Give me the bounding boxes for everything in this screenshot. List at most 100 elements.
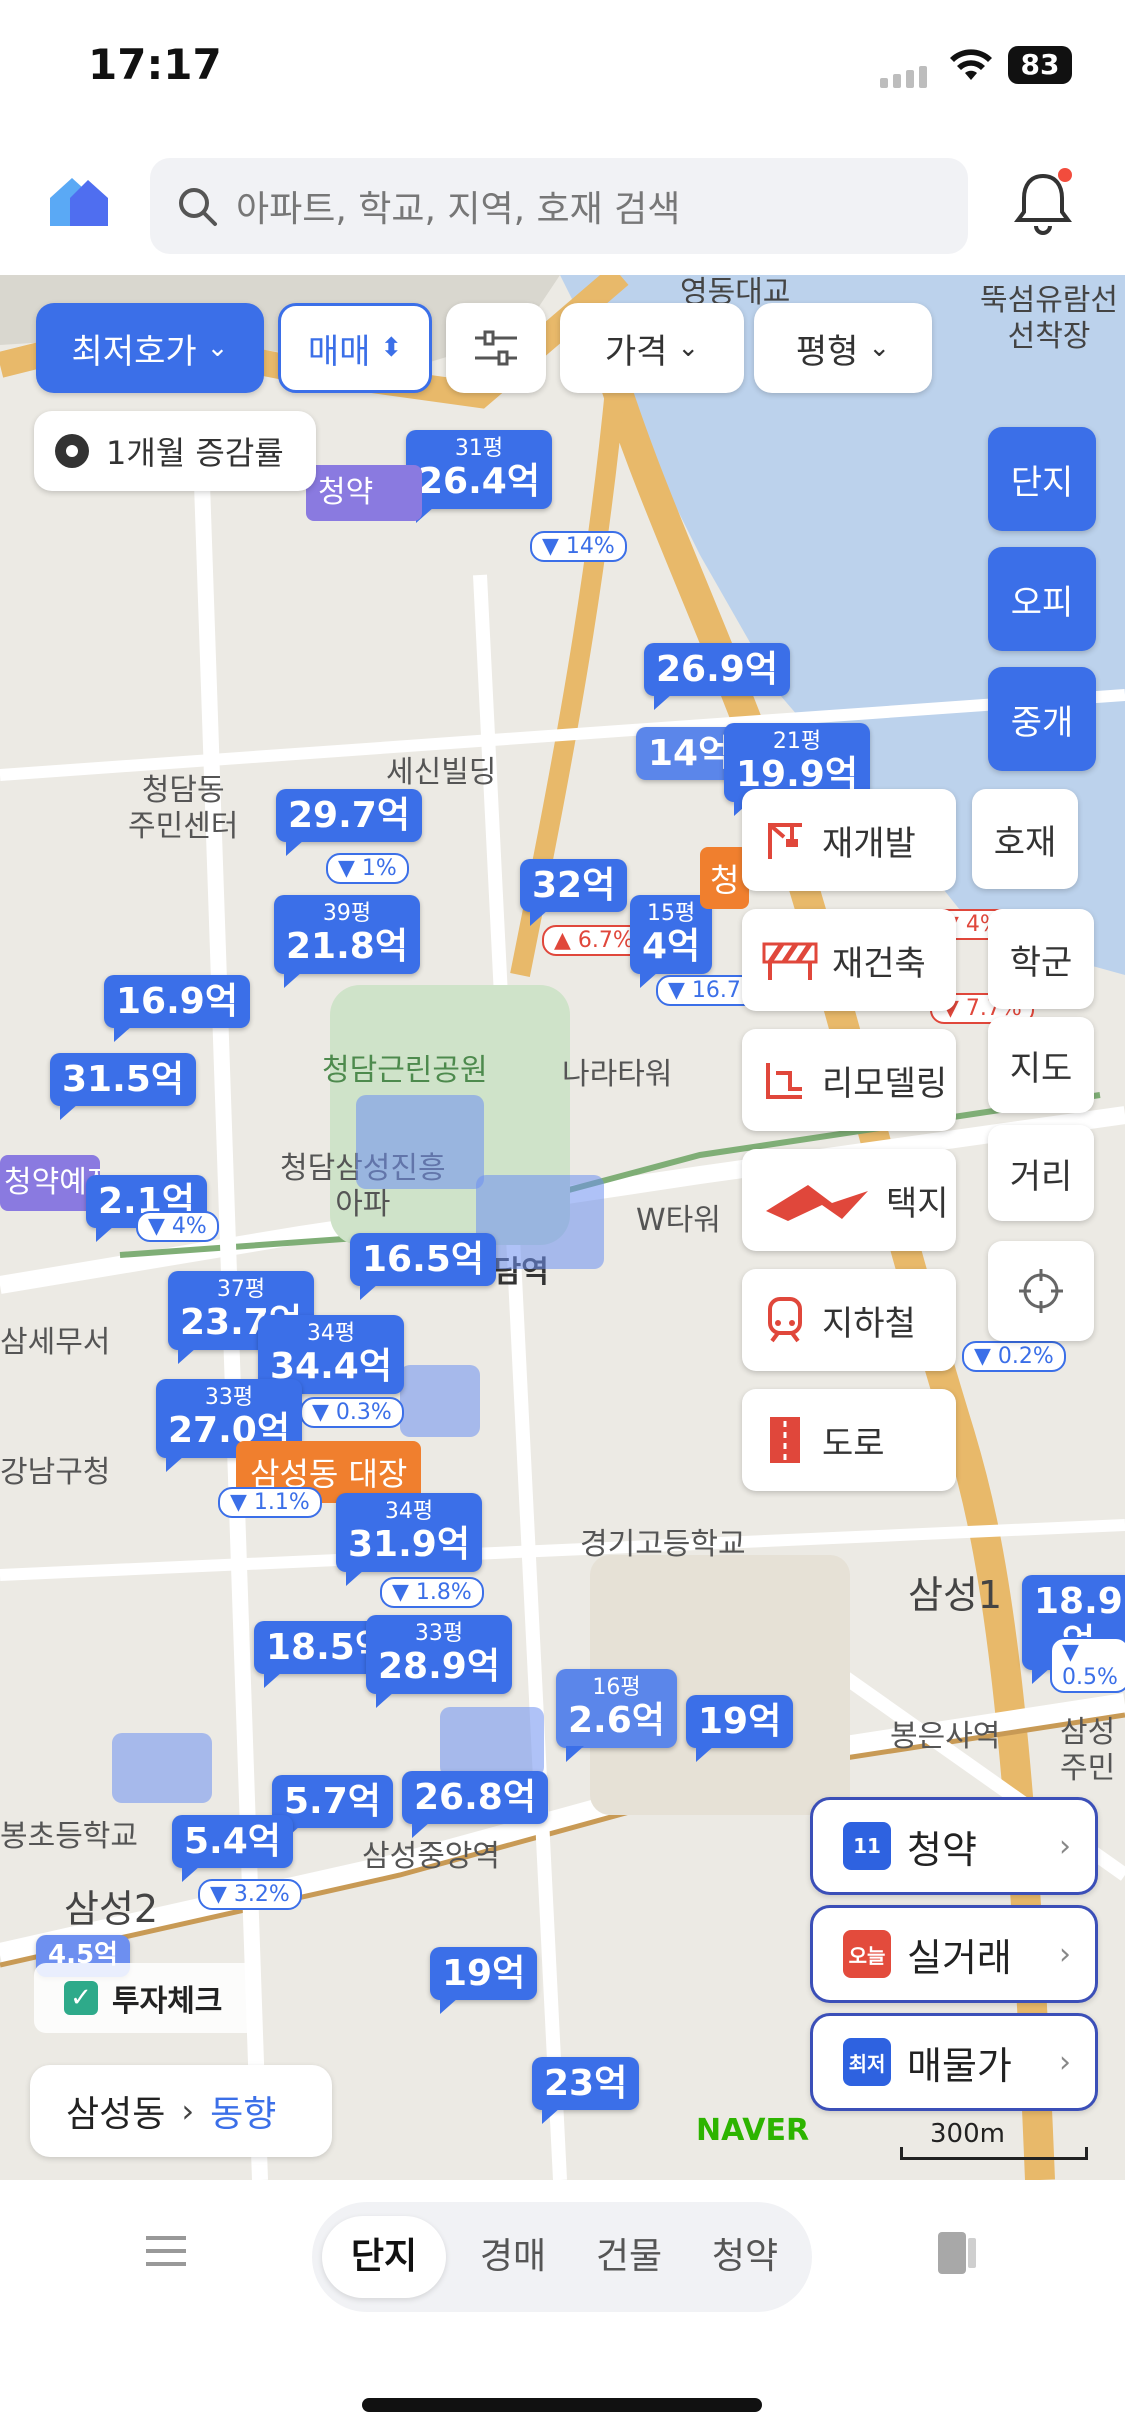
status-time: 17:17 [88, 40, 222, 89]
ghost-marker [440, 1707, 544, 1777]
battery-icon: 83 [1008, 46, 1072, 84]
subscription-marker[interactable]: 청약예정 [0, 1155, 100, 1211]
trend-link[interactable]: 동향 [210, 2085, 276, 2137]
price-marker[interactable]: 19억 [686, 1695, 794, 1763]
map-label-kyunggi: 경기고등학교 [580, 1527, 746, 1562]
chevron-right-icon: › [1059, 2044, 1071, 2080]
rate-badge: ▼ 14% [530, 531, 627, 562]
map-view[interactable]: 영동대교 뚝섬유람선 선착장 청담동 주민센터 세신빌딩 청담근린공원 나라타워… [0, 275, 1125, 2180]
layer-land[interactable]: 택지 [742, 1149, 956, 1251]
map-label-ttukseom: 뚝섬유람선 선착장 [980, 283, 1118, 354]
rate-badge: ▼ 3.2% [198, 1879, 302, 1910]
notification-dot [1058, 168, 1072, 182]
price-marker[interactable]: 33평 28.9억 [366, 1615, 512, 1708]
price-marker[interactable]: 16.5억 [350, 1233, 496, 1301]
breadcrumb[interactable]: 삼성동 › 동향 [30, 2065, 332, 2157]
price-marker[interactable]: 26.9억 [644, 643, 790, 711]
ghost-marker [112, 1733, 212, 1803]
tab-complex-mode[interactable]: 단지 [322, 2216, 446, 2298]
remodel-icon [766, 1063, 802, 1099]
naver-logo: NAVER [696, 2113, 810, 2148]
filter-settings-button[interactable] [446, 303, 546, 393]
sort-arrows-icon: ⬍ [380, 333, 403, 363]
subway-icon [768, 1297, 802, 1343]
tab-complex[interactable]: 단지 [988, 427, 1096, 531]
benefit-button[interactable]: 호재 [972, 789, 1078, 889]
checkbox-checked-icon: ✓ [64, 1981, 98, 2015]
area-filter[interactable]: 평형 ⌄ [754, 303, 932, 393]
price-filter[interactable]: 가격 ⌄ [560, 303, 744, 393]
map-label-samsung-jumin: 삼성 주민 [1060, 1715, 1116, 1786]
my-location-button[interactable] [988, 1241, 1094, 1341]
scale-bar [900, 2147, 1088, 2160]
price-marker[interactable]: 16평 2.6억 [556, 1669, 677, 1762]
price-marker[interactable]: 29.7억 [276, 789, 422, 857]
layer-label: 택지 [886, 1183, 949, 1224]
mode-segmented-control: 단지 경매 건물 청약 [312, 2202, 812, 2312]
price-marker[interactable]: 19억 [430, 1947, 538, 2015]
filter-label: 최저호가 [71, 331, 197, 372]
price-marker[interactable]: 5.4억 [172, 1815, 293, 1883]
invest-check-label: 투자체크 [112, 1984, 223, 2019]
menu-icon[interactable] [146, 2236, 186, 2270]
price-marker[interactable]: 26.8억 [402, 1771, 548, 1839]
chevron-down-icon: ⌄ [868, 333, 891, 363]
signal-icon [880, 66, 932, 88]
list-view-icon[interactable] [938, 2232, 976, 2274]
price-marker[interactable]: 32억 [520, 859, 628, 927]
search-icon [179, 188, 217, 226]
filter-label: 평형 [795, 331, 859, 372]
price-marker[interactable]: 15평 4억 [630, 895, 713, 988]
real-transaction-quick-button[interactable]: 오늘 실거래 › [810, 1905, 1098, 2003]
map-label-w-tower: W타워 [636, 1203, 721, 1238]
quick-button-label: 매물가 [907, 2043, 1012, 2088]
subscription-quick-button[interactable]: 11 청약 › [810, 1797, 1098, 1895]
rate-badge: ▼ 4% [136, 1211, 219, 1242]
layer-reconstruction[interactable]: 재건축 [742, 909, 956, 1011]
map-label-cheongdam-center: 청담동 주민센터 [128, 773, 239, 844]
distance-button[interactable]: 거리 [988, 1125, 1094, 1221]
price-marker[interactable]: 34평 31.9억 [336, 1493, 482, 1586]
price-marker[interactable]: 39평 21.8억 [274, 895, 420, 988]
growth-rate-toggle[interactable]: 1개월 증감률 [34, 411, 316, 491]
map-type-button[interactable]: 지도 [988, 1017, 1094, 1113]
chevron-down-icon: ⌄ [677, 333, 700, 363]
map-label-narai: 나라타워 [562, 1057, 673, 1092]
rate-badge: ▼ 1.1% [218, 1487, 322, 1518]
map-label-samsung2: 삼성2 [64, 1887, 159, 1931]
layer-redevelopment[interactable]: 재개발 [742, 789, 956, 891]
tab-subscription[interactable]: 청약 [690, 2216, 800, 2298]
tab-officetel[interactable]: 오피 [988, 547, 1096, 651]
layer-label: 재건축 [832, 943, 926, 984]
price-marker[interactable]: 16.9억 [104, 975, 250, 1043]
rate-badge: ▼ 1.8% [380, 1577, 484, 1608]
map-label-park: 청담근린공원 [322, 1053, 488, 1088]
rate-badge: ▼ 0.5% [1050, 1637, 1125, 1693]
status-bar: 17:17 83 [0, 0, 1125, 140]
land-icon [766, 1185, 868, 1221]
price-marker[interactable]: 31평 26.4억 [406, 430, 552, 523]
layer-label: 도로 [822, 1423, 885, 1464]
home-logo-icon[interactable] [44, 170, 112, 230]
ghost-marker [400, 1365, 480, 1437]
subscription-marker[interactable]: 청약 [306, 465, 422, 521]
invest-check-toggle[interactable]: ✓ 투자체크 [34, 1963, 258, 2033]
price-marker[interactable]: 31.5억 [50, 1053, 196, 1121]
school-district-button[interactable]: 학군 [988, 909, 1094, 1009]
listing-price-quick-button[interactable]: 최저 매물가 › [810, 2013, 1098, 2111]
lowest-price-filter[interactable]: 최저호가 ⌄ [36, 303, 264, 393]
tab-auction[interactable]: 경매 [458, 2216, 568, 2298]
layer-road[interactable]: 도로 [742, 1389, 956, 1491]
price-marker[interactable]: 23억 [532, 2057, 640, 2125]
tab-agent[interactable]: 중개 [988, 667, 1096, 771]
tab-building[interactable]: 건물 [574, 2216, 684, 2298]
calendar-icon: 11 [843, 1822, 891, 1870]
layer-remodeling[interactable]: 리모델링 [742, 1029, 956, 1131]
search-bar[interactable]: 아파트, 학교, 지역, 호재 검색 [150, 158, 968, 254]
layer-label: 재개발 [822, 823, 916, 864]
layer-subway[interactable]: 지하철 [742, 1269, 956, 1371]
trade-type-filter[interactable]: 매매 ⬍ [278, 303, 432, 393]
quick-button-label: 실거래 [907, 1935, 1012, 1980]
app-header: 아파트, 학교, 지역, 호재 검색 [0, 140, 1125, 275]
map-scale: 300m [930, 2119, 1005, 2149]
